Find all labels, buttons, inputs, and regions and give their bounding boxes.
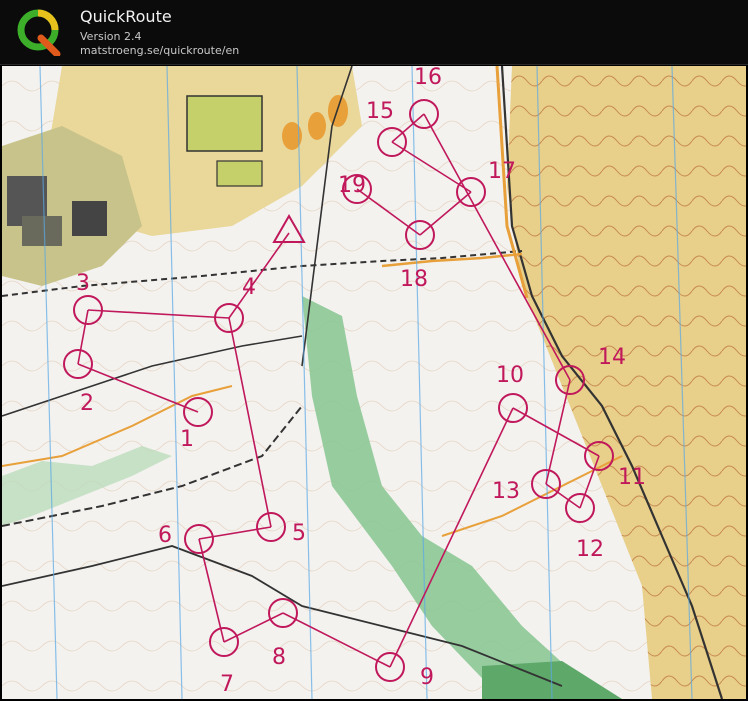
control-number-12: 12 — [576, 537, 604, 562]
building-block — [186, 95, 263, 152]
quickroute-q-logo-icon — [17, 9, 61, 56]
control-number-11: 11 — [618, 465, 646, 490]
control-number-18: 18 — [400, 267, 428, 292]
control-number-5: 5 — [292, 521, 306, 546]
control-number-15: 15 — [366, 99, 394, 124]
control-number-17: 17 — [488, 159, 516, 184]
app-version: Version 2.4 — [80, 30, 142, 43]
control-number-19: 19 — [338, 173, 366, 198]
building — [22, 216, 62, 246]
building — [72, 201, 107, 236]
app-url[interactable]: matstroeng.se/quickroute/en — [80, 44, 239, 57]
app-header: QuickRoute Version 2.4 matstroeng.se/qui… — [0, 0, 748, 65]
tree-marker — [308, 112, 326, 140]
control-number-8: 8 — [272, 645, 286, 670]
map-canvas[interactable]: 123 45678910111213141516171819 — [2, 66, 746, 699]
building — [216, 160, 263, 187]
control-number-1: 1 — [180, 427, 194, 452]
control-number-3: 3 — [76, 271, 90, 296]
control-number-10: 10 — [496, 363, 524, 388]
control-number-13: 13 — [492, 479, 520, 504]
control-number-14: 14 — [598, 345, 626, 370]
app-title: QuickRoute — [80, 7, 172, 26]
control-number-7: 7 — [220, 672, 234, 697]
orienteering-map[interactable]: 1 2 3 4 5 6 7 8 9 10 11 12 13 14 15 16 17 18 19 — [2, 66, 746, 699]
control-number-4: 4 — [242, 275, 256, 300]
control-number-9: 9 — [420, 665, 434, 690]
control-number-2: 2 — [80, 391, 94, 416]
control-number-6: 6 — [158, 523, 172, 548]
tree-marker — [328, 95, 348, 127]
control-number-16: 16 — [414, 66, 442, 90]
